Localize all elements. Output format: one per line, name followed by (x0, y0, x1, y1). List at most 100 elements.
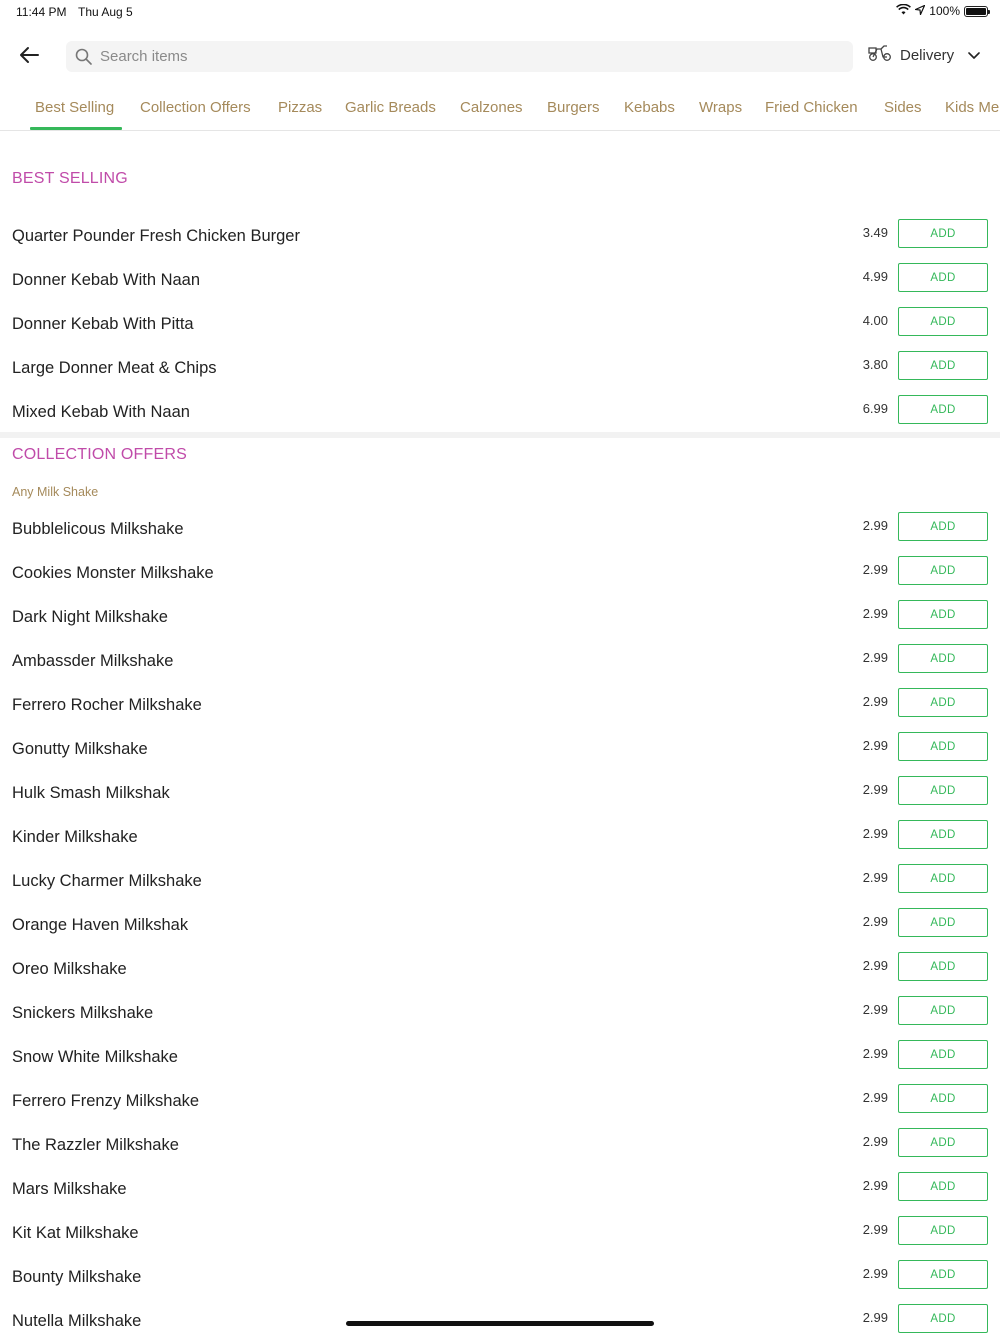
tab-burgers[interactable]: Burgers (547, 99, 600, 116)
menu-item-price: 2.99 (862, 826, 888, 841)
menu-item-name[interactable]: Ferrero Rocher Milkshake (12, 696, 202, 715)
tab-fried-chicken[interactable]: Fried Chicken (765, 99, 858, 116)
status-date: Thu Aug 5 (78, 5, 133, 19)
menu-item-row: Ambassder Milkshake 2.99 ADD (0, 640, 1000, 684)
tab-pizzas[interactable]: Pizzas (278, 99, 322, 116)
scooter-icon (868, 44, 892, 66)
menu-item-name[interactable]: Ambassder Milkshake (12, 652, 173, 671)
menu-item-price: 2.99 (862, 1090, 888, 1105)
tab-wraps[interactable]: Wraps (699, 99, 742, 116)
add-button[interactable]: ADD (898, 307, 988, 336)
add-button[interactable]: ADD (898, 263, 988, 292)
add-button[interactable]: ADD (898, 512, 988, 541)
add-button[interactable]: ADD (898, 1084, 988, 1113)
menu-item-name[interactable]: Quarter Pounder Fresh Chicken Burger (12, 227, 300, 246)
menu-item-price: 2.99 (862, 1310, 888, 1325)
menu-item-price: 3.49 (862, 225, 888, 240)
menu-item-price: 6.99 (862, 401, 888, 416)
add-button[interactable]: ADD (898, 600, 988, 629)
add-button[interactable]: ADD (898, 644, 988, 673)
back-button[interactable] (14, 42, 44, 72)
menu-item-row: Bounty Milkshake 2.99 ADD (0, 1256, 1000, 1300)
tab-best-selling[interactable]: Best Selling (35, 99, 114, 116)
add-button[interactable]: ADD (898, 395, 988, 424)
search-icon (74, 48, 92, 66)
active-tab-indicator (30, 127, 122, 130)
add-button[interactable]: ADD (898, 1128, 988, 1157)
add-button[interactable]: ADD (898, 996, 988, 1025)
delivery-label: Delivery (900, 46, 955, 64)
menu-item-price: 4.00 (862, 313, 888, 328)
add-button[interactable]: ADD (898, 820, 988, 849)
tab-kebabs[interactable]: Kebabs (624, 99, 675, 116)
menu-item-row: Gonutty Milkshake 2.99 ADD (0, 728, 1000, 772)
add-button[interactable]: ADD (898, 1040, 988, 1069)
menu-item-row: Quarter Pounder Fresh Chicken Burger 3.49… (0, 215, 1000, 259)
menu-item-name[interactable]: Orange Haven Milkshak (12, 916, 188, 935)
tab-calzones[interactable]: Calzones (460, 99, 523, 116)
delivery-selector[interactable]: Delivery (868, 44, 980, 66)
menu-item-price: 3.80 (862, 357, 888, 372)
add-button[interactable]: ADD (898, 351, 988, 380)
menu-item-price: 2.99 (862, 1178, 888, 1193)
add-button[interactable]: ADD (898, 864, 988, 893)
add-button[interactable]: ADD (898, 219, 988, 248)
add-button[interactable]: ADD (898, 1260, 988, 1289)
section-subtitle: Any Milk Shake (12, 485, 99, 499)
menu-item-name[interactable]: Snow White Milkshake (12, 1048, 178, 1067)
menu-item-name[interactable]: Bubblelicous Milkshake (12, 520, 184, 539)
menu-item-row: Dark Night Milkshake 2.99 ADD (0, 596, 1000, 640)
menu-item-name[interactable]: Kit Kat Milkshake (12, 1224, 139, 1243)
search-bar[interactable] (66, 41, 853, 72)
menu-item-name[interactable]: Hulk Smash Milkshak (12, 784, 170, 803)
tab-kids-me[interactable]: Kids Me (945, 99, 999, 116)
status-time: 11:44 PM (16, 5, 67, 19)
menu-item-name[interactable]: Donner Kebab With Naan (12, 271, 200, 290)
add-button[interactable]: ADD (898, 1172, 988, 1201)
battery-icon (964, 5, 990, 17)
menu-item-row: Kit Kat Milkshake 2.99 ADD (0, 1212, 1000, 1256)
category-tabs: Best Selling Collection Offers Pizzas Garli… (0, 86, 1000, 131)
menu-item-name[interactable]: Nutella Milkshake (12, 1312, 141, 1331)
menu-item-row: Mixed Kebab With Naan 6.99 ADD (0, 391, 1000, 435)
tab-collection-offers[interactable]: Collection Offers (140, 99, 251, 116)
menu-item-price: 2.99 (862, 518, 888, 533)
menu-item-name[interactable]: Mars Milkshake (12, 1180, 127, 1199)
menu-item-name[interactable]: Large Donner Meat & Chips (12, 359, 217, 378)
menu-item-name[interactable]: Cookies Monster Milkshake (12, 564, 214, 583)
menu-item-name[interactable]: The Razzler Milkshake (12, 1136, 179, 1155)
menu-item-name[interactable]: Donner Kebab With Pitta (12, 315, 194, 334)
section-divider (0, 432, 1000, 438)
add-button[interactable]: ADD (898, 688, 988, 717)
add-button[interactable]: ADD (898, 776, 988, 805)
menu-item-price: 2.99 (862, 650, 888, 665)
menu-item-price: 2.99 (862, 782, 888, 797)
menu-item-name[interactable]: Kinder Milkshake (12, 828, 138, 847)
section-title: BEST SELLING (12, 170, 128, 187)
menu-item-name[interactable]: Gonutty Milkshake (12, 740, 148, 759)
add-button[interactable]: ADD (898, 732, 988, 761)
menu-item-price: 2.99 (862, 914, 888, 929)
menu-item-name[interactable]: Dark Night Milkshake (12, 608, 168, 627)
menu-item-name[interactable]: Oreo Milkshake (12, 960, 127, 979)
back-arrow-icon (19, 46, 39, 69)
add-button[interactable]: ADD (898, 952, 988, 981)
menu-item-row: Donner Kebab With Naan 4.99 ADD (0, 259, 1000, 303)
tab-sides[interactable]: Sides (884, 99, 922, 116)
menu-item-row: The Razzler Milkshake 2.99 ADD (0, 1124, 1000, 1168)
menu-item-name[interactable]: Lucky Charmer Milkshake (12, 872, 202, 891)
search-input[interactable] (100, 48, 800, 65)
menu-item-row: Hulk Smash Milkshak 2.99 ADD (0, 772, 1000, 816)
menu-item-name[interactable]: Snickers Milkshake (12, 1004, 153, 1023)
add-button[interactable]: ADD (898, 1216, 988, 1245)
menu-item-row: Oreo Milkshake 2.99 ADD (0, 948, 1000, 992)
add-button[interactable]: ADD (898, 908, 988, 937)
menu-item-name[interactable]: Mixed Kebab With Naan (12, 403, 190, 422)
menu-item-name[interactable]: Ferrero Frenzy Milkshake (12, 1092, 199, 1111)
tab-garlic-breads[interactable]: Garlic Breads (345, 99, 436, 116)
add-button[interactable]: ADD (898, 556, 988, 585)
section-title: COLLECTION OFFERS (12, 446, 187, 463)
add-button[interactable]: ADD (898, 1304, 988, 1333)
menu-item-row: Large Donner Meat & Chips 3.80 ADD (0, 347, 1000, 391)
menu-item-name[interactable]: Bounty Milkshake (12, 1268, 141, 1287)
